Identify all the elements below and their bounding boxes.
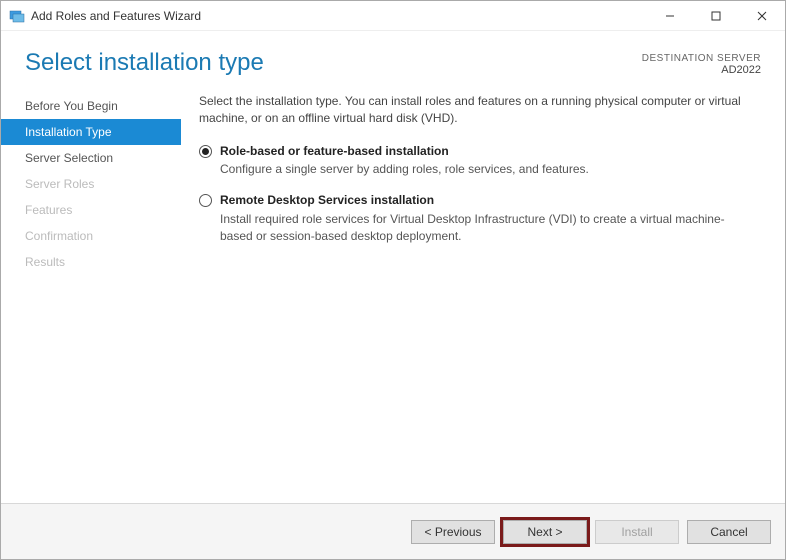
previous-button[interactable]: < Previous	[411, 520, 495, 544]
radio-remote-desktop[interactable]	[199, 194, 212, 207]
destination-name: AD2022	[642, 64, 761, 76]
destination-server-info: DESTINATION SERVER AD2022	[642, 49, 761, 76]
install-button: Install	[595, 520, 679, 544]
option-role-based-title: Role-based or feature-based installation	[220, 143, 757, 160]
option-role-based-desc: Configure a single server by adding role…	[220, 161, 757, 178]
sidebar-item-server-selection[interactable]: Server Selection	[1, 145, 181, 171]
sidebar-item-before-you-begin[interactable]: Before You Begin	[1, 93, 181, 119]
option-remote-desktop-desc: Install required role services for Virtu…	[220, 211, 757, 245]
option-remote-desktop-title: Remote Desktop Services installation	[220, 192, 757, 209]
server-manager-icon	[9, 8, 25, 24]
wizard-sidebar: Before You Begin Installation Type Serve…	[1, 87, 181, 503]
sidebar-item-confirmation: Confirmation	[1, 223, 181, 249]
intro-text: Select the installation type. You can in…	[199, 93, 757, 127]
maximize-button[interactable]	[693, 1, 739, 30]
radio-role-based[interactable]	[199, 145, 212, 158]
sidebar-item-features: Features	[1, 197, 181, 223]
sidebar-item-server-roles: Server Roles	[1, 171, 181, 197]
next-button[interactable]: Next >	[503, 520, 587, 544]
destination-label: DESTINATION SERVER	[642, 53, 761, 64]
option-role-based[interactable]: Role-based or feature-based installation…	[199, 143, 757, 179]
option-remote-desktop[interactable]: Remote Desktop Services installation Ins…	[199, 192, 757, 244]
sidebar-item-results: Results	[1, 249, 181, 275]
minimize-button[interactable]	[647, 1, 693, 30]
page-heading: Select installation type	[25, 49, 642, 77]
sidebar-item-installation-type[interactable]: Installation Type	[1, 119, 181, 145]
close-button[interactable]	[739, 1, 785, 30]
cancel-button[interactable]: Cancel	[687, 520, 771, 544]
window-title: Add Roles and Features Wizard	[31, 9, 647, 23]
